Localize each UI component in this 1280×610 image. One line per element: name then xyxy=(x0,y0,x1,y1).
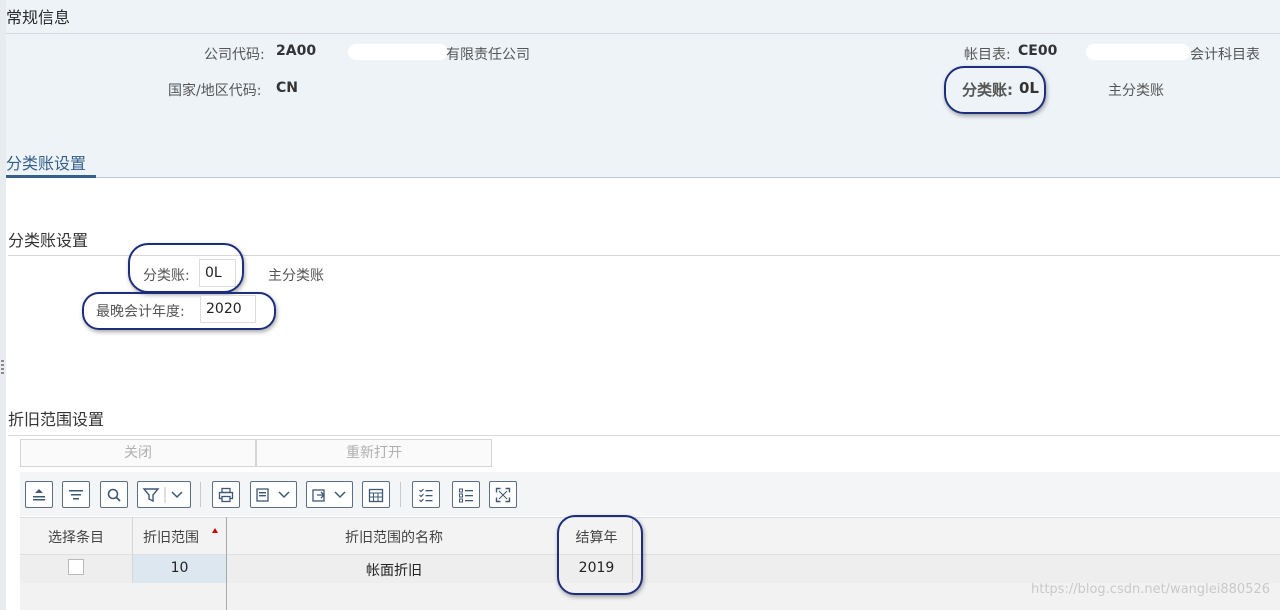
ledger-field[interactable]: 0L xyxy=(199,259,236,287)
company-name-suffix: 有限责任公司 xyxy=(446,47,530,63)
ledger-settings-title: 分类账设置 xyxy=(8,231,89,250)
toolbar-separator xyxy=(200,482,201,507)
tab-ledger-settings[interactable]: 分类账设置 xyxy=(6,150,86,174)
redacted-company-name xyxy=(348,44,448,60)
header-title: 常规信息 xyxy=(6,8,71,27)
fullscreen-icon[interactable] xyxy=(489,481,517,508)
row-select-checkbox[interactable] xyxy=(68,559,84,575)
grid-toolbar xyxy=(20,472,1280,516)
depreciation-settings-divider xyxy=(8,435,1280,436)
close-button[interactable]: 关闭 xyxy=(20,439,256,467)
ledger-settings-divider xyxy=(8,255,1280,256)
grid-header xyxy=(20,517,1280,555)
cell-area: 10 xyxy=(170,560,189,576)
depreciation-settings-title: 折旧范围设置 xyxy=(8,410,105,429)
print-icon[interactable] xyxy=(212,481,240,508)
tab-divider xyxy=(6,177,1280,178)
search-icon[interactable] xyxy=(100,481,128,508)
toolbar-separator xyxy=(400,482,401,507)
column-divider xyxy=(632,517,633,583)
header-ledger-value: 0L xyxy=(1019,79,1039,97)
fixed-column-divider xyxy=(226,517,227,610)
header-ledger-desc: 主分类账 xyxy=(1108,83,1164,99)
fiscal-year-field[interactable]: 2020 xyxy=(200,295,256,323)
cell-closing-year: 2019 xyxy=(578,560,615,576)
fiscal-year-label: 最晚会计年度: xyxy=(96,304,185,320)
view-icon[interactable] xyxy=(250,481,297,508)
tab-active-indicator xyxy=(6,175,96,178)
general-info-header: 常规信息 公司代码: 2A00 有限责任公司 国家/地区代码: CN 帐目表: … xyxy=(6,0,1280,178)
header-ledger-label: 分类账: xyxy=(962,81,1013,99)
sort-ascending-icon xyxy=(212,528,218,533)
cell-area-name: 帐面折旧 xyxy=(366,563,422,579)
collapse-all-icon[interactable] xyxy=(25,481,53,508)
redacted-chart-name xyxy=(1086,44,1190,60)
watermark: https://blog.csdn.net/wanglei880526 xyxy=(1031,582,1270,597)
calendar-grid-icon[interactable] xyxy=(362,481,390,508)
ledger-desc: 主分类账 xyxy=(268,268,324,284)
reopen-button[interactable]: 重新打开 xyxy=(256,439,492,467)
chart-of-accounts-suffix: 会计科目表 xyxy=(1190,47,1260,63)
company-code-label: 公司代码: xyxy=(204,47,265,63)
checklist-icon[interactable] xyxy=(412,481,440,508)
column-header-select[interactable]: 选择条目 xyxy=(20,527,132,547)
header-divider xyxy=(6,33,1280,34)
column-header-closing-year[interactable]: 结算年 xyxy=(561,527,632,547)
country-value: CN xyxy=(276,80,298,96)
column-divider xyxy=(132,517,133,583)
country-label: 国家/地区代码: xyxy=(168,83,262,99)
export-icon[interactable] xyxy=(306,481,353,508)
expand-list-icon[interactable] xyxy=(62,481,90,508)
chart-of-accounts-label: 帐目表: xyxy=(964,47,1011,63)
list-icon[interactable] xyxy=(452,481,480,508)
company-code-value: 2A00 xyxy=(276,43,317,59)
ledger-label: 分类账: xyxy=(143,268,190,284)
filter-icon[interactable] xyxy=(137,481,191,508)
chart-of-accounts-value: CE00 xyxy=(1018,43,1058,59)
resize-grip[interactable] xyxy=(1,360,4,374)
column-header-area-name[interactable]: 折旧范围的名称 xyxy=(227,527,561,547)
column-header-area[interactable]: 折旧范围 xyxy=(133,527,209,547)
